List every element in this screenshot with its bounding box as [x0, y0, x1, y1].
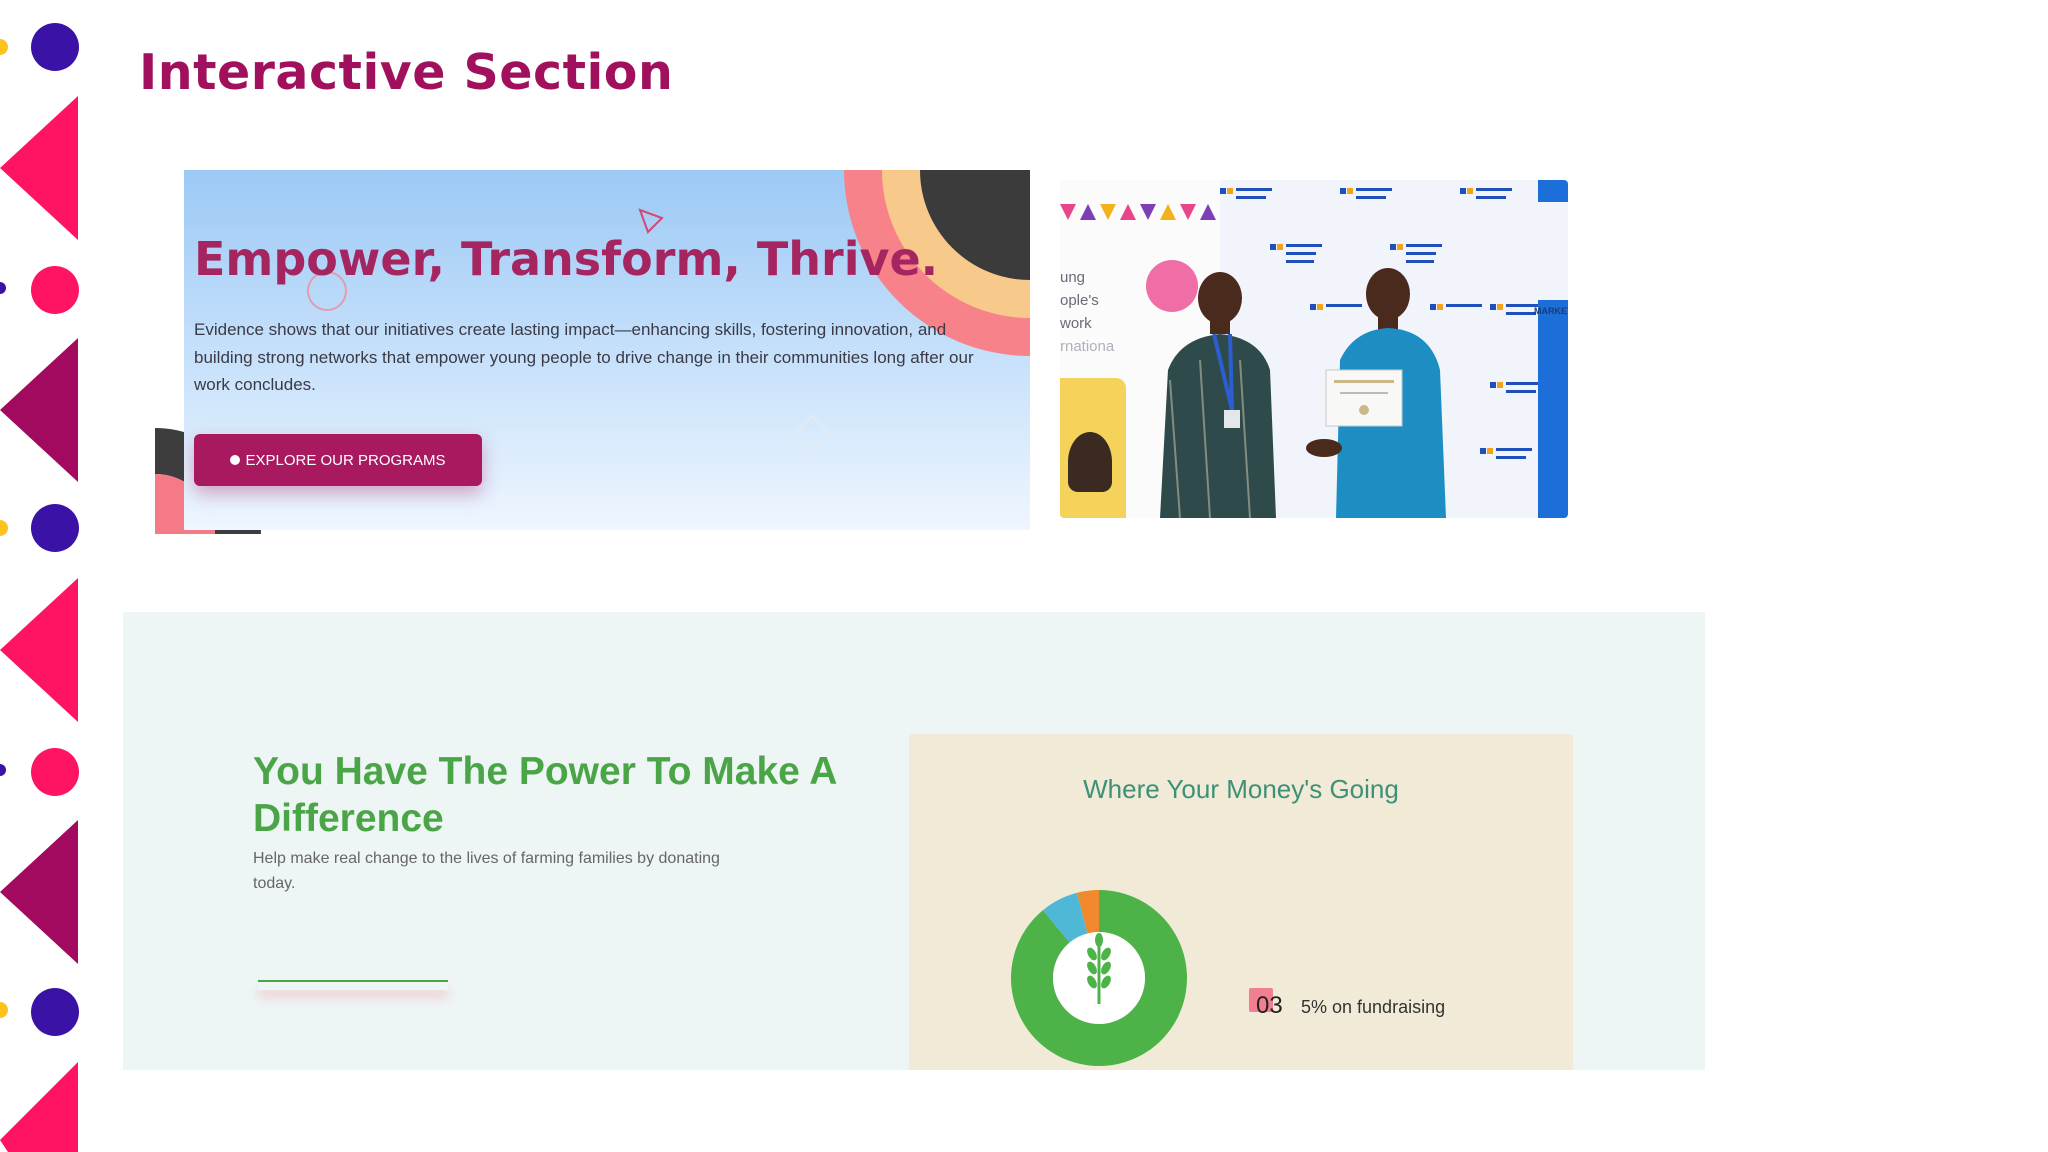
banner-word: MARKET [1534, 306, 1568, 316]
hero-banner: Empower, Transform, Thrive. Evidence sho… [184, 170, 1030, 530]
explore-programs-label: EXPLORE OUR PROGRAMS [245, 451, 446, 469]
donate-section: You Have The Power To Make A Difference … [123, 612, 1705, 1070]
banner-text-line: ung [1060, 269, 1086, 286]
bullet-icon [230, 455, 241, 465]
decor-pink-triangle [0, 578, 78, 722]
decorative-shape-strip [0, 0, 90, 1152]
decor-purple-dot [0, 764, 6, 776]
market-panel [1538, 300, 1568, 518]
decor-pink-triangle [0, 1062, 78, 1152]
decor-yellow-dot [0, 39, 8, 55]
decor-purple-circle [31, 504, 79, 552]
decor-pink-circle [31, 748, 79, 796]
banner-text-line: work [1060, 315, 1092, 332]
money-breakdown-card: Where Your Money's Going 03 5% on fundra… [909, 734, 1573, 1070]
decor-yellow-dot [0, 1002, 8, 1018]
decor-yellow-dot [0, 520, 8, 536]
legend-number: 03 [1256, 992, 1283, 1019]
decor-purple-dot [0, 282, 6, 294]
donate-subtitle: Help make real change to the lives of fa… [253, 850, 720, 892]
decor-magenta-triangle [0, 820, 78, 964]
decor-purple-circle [31, 988, 79, 1036]
decor-purple-circle [31, 23, 79, 71]
legend-text: 5% on fundraising [1301, 997, 1446, 1017]
award-ceremony-photo: ung ople's work rnationa MARKET [1060, 180, 1568, 518]
hero-title: Empower, Transform, Thrive. [194, 232, 939, 286]
decor-pink-circle [31, 266, 79, 314]
banner-text-line: rnationa [1060, 338, 1115, 355]
hero-description: Evidence shows that our initiatives crea… [194, 320, 974, 394]
page-title: Interactive Section [139, 44, 674, 101]
donut-chart [1011, 890, 1187, 1066]
money-card-title: Where Your Money's Going [1083, 774, 1399, 804]
decor-pink-triangle [0, 96, 78, 240]
diamond-outline-icon [792, 414, 832, 454]
banner-text-line: ople's [1060, 292, 1099, 309]
people-illustration [1160, 268, 1446, 518]
explore-programs-button[interactable]: EXPLORE OUR PROGRAMS [194, 434, 482, 486]
donate-button-partial[interactable] [258, 980, 448, 990]
decor-magenta-triangle [0, 338, 78, 482]
donate-title: You Have The Power To Make A Difference [253, 750, 836, 840]
